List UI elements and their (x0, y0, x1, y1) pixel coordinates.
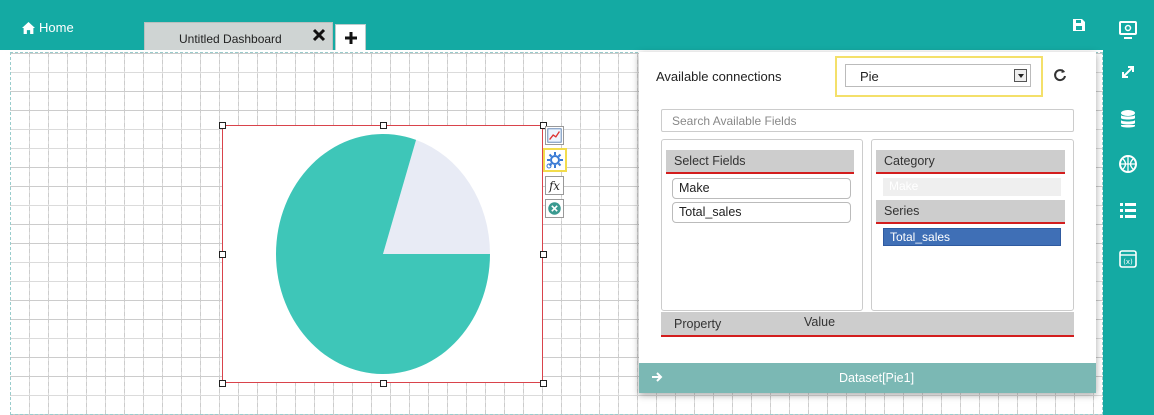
select-fields-header: Select Fields (666, 150, 854, 174)
expand-icon[interactable] (1117, 61, 1139, 83)
resize-handle-n[interactable] (380, 122, 387, 129)
pie-widget[interactable] (219, 122, 547, 387)
fx-button[interactable]: fx (545, 176, 564, 195)
connection-select[interactable]: Pie (845, 64, 1031, 87)
resize-handle-s[interactable] (380, 380, 387, 387)
field-total-sales[interactable]: Total_sales (672, 202, 851, 223)
globe-icon[interactable] (1117, 153, 1139, 175)
right-sidebar: (x) (1103, 0, 1154, 415)
category-slot[interactable]: Make (883, 178, 1061, 196)
gear-icon (546, 152, 563, 169)
property-table-header: Property Value (661, 312, 1074, 337)
series-header: Series (876, 200, 1065, 224)
chevron-down-icon[interactable] (1014, 69, 1027, 82)
resize-handle-e[interactable] (540, 251, 547, 258)
arrow-right-icon[interactable] (651, 371, 663, 383)
dataset-label: Dataset[Pie1] (839, 371, 915, 385)
fx-icon: fx (548, 179, 560, 193)
home-link[interactable]: Home (22, 20, 74, 35)
close-icon[interactable] (312, 28, 326, 42)
add-tab-button[interactable] (335, 24, 366, 50)
close-icon (548, 202, 561, 215)
svg-text:(x): (x) (1123, 258, 1133, 266)
search-fields-input[interactable]: Search Available Fields (661, 109, 1074, 132)
plus-icon (345, 32, 357, 44)
monitor-icon[interactable] (1117, 19, 1139, 41)
chart-settings-icon (547, 128, 562, 143)
tab-untitled-dashboard[interactable]: Untitled Dashboard (144, 22, 333, 50)
database-icon[interactable] (1117, 108, 1139, 130)
search-placeholder: Search Available Fields (672, 114, 797, 128)
remove-widget-button[interactable] (545, 199, 564, 218)
value-column-header: Value (804, 315, 836, 329)
home-icon (22, 21, 35, 34)
function-icon[interactable]: (x) (1117, 248, 1139, 270)
data-panel: Available connections Pie Search Availab… (639, 52, 1096, 393)
series-slot[interactable]: Total_sales (883, 228, 1061, 246)
gear-button[interactable] (543, 148, 567, 172)
connection-select-highlight: Pie (835, 56, 1043, 97)
resize-handle-se[interactable] (540, 380, 547, 387)
property-column-header: Property (674, 317, 722, 331)
available-connections-label: Available connections (656, 69, 782, 84)
resize-handle-sw[interactable] (219, 380, 226, 387)
resize-handle-w[interactable] (219, 251, 226, 258)
field-make[interactable]: Make (672, 178, 851, 199)
resize-handle-nw[interactable] (219, 122, 226, 129)
category-header: Category (876, 150, 1065, 174)
connection-value: Pie (860, 69, 879, 84)
tab-label: Untitled Dashboard (179, 32, 282, 46)
top-bar: Home Untitled Dashboard (0, 0, 1103, 50)
save-icon[interactable] (1073, 19, 1085, 31)
dataset-footer[interactable]: Dataset[Pie1] (639, 363, 1096, 393)
svg-text:fx: fx (548, 179, 560, 193)
chart-settings-button[interactable] (545, 126, 564, 145)
chart-mapping-box: Category Make Series Total_sales (871, 139, 1074, 311)
refresh-icon[interactable] (1053, 68, 1067, 82)
home-label: Home (39, 20, 74, 35)
list-icon[interactable] (1117, 199, 1139, 221)
select-fields-box: Select Fields Make Total_sales (661, 139, 863, 311)
pie-chart (276, 134, 490, 374)
